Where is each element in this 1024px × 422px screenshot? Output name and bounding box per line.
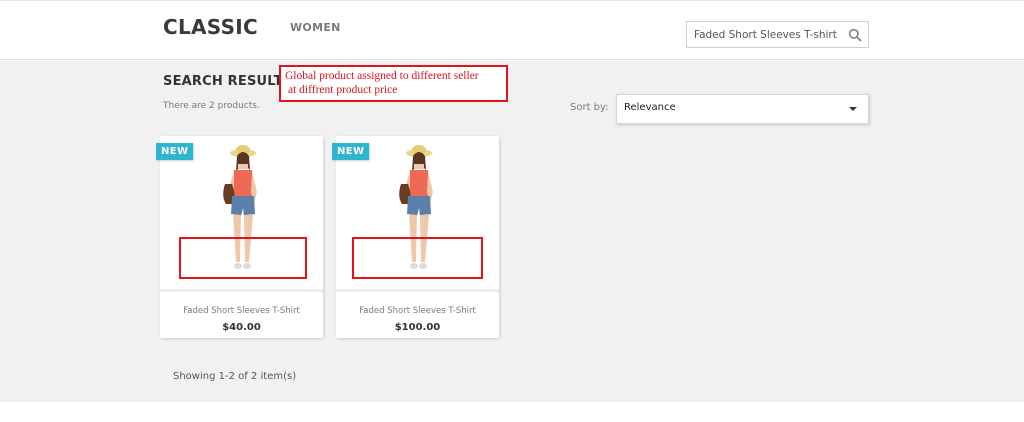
search-icon[interactable] [848,28,862,42]
product-name[interactable]: Faded Short Sleeves T-Shirt [160,306,323,316]
product-name[interactable]: Faded Short Sleeves T-Shirt [336,306,499,316]
pagination-summary: Showing 1-2 of 2 item(s) [173,371,297,382]
annotation-line-2: at diffrent product price [288,84,398,96]
product-card[interactable]: NEW Faded Short Sleeves T-Shirt $100.00 [332,136,499,338]
product-image[interactable] [210,144,274,284]
new-badge: NEW [332,143,370,160]
annotation-line-1: Global product assigned to different sel… [285,70,479,82]
product-image[interactable] [386,144,450,284]
product-price: $100.00 [394,322,441,333]
new-badge: NEW [156,143,194,160]
nav-item-women[interactable]: WOMEN [290,21,341,34]
page-title: SEARCH RESULTS [163,74,293,89]
product-price: $40.00 [222,322,261,333]
main-content: SEARCH RESULTS There are 2 products. Glo… [0,61,1024,402]
header: CLASSIC WOMEN [0,0,1024,60]
search-box [686,21,869,48]
site-logo[interactable]: CLASSIC [163,15,258,39]
annotation-callout: Global product assigned to different sel… [279,65,508,102]
sort-label: Sort by: [570,102,609,113]
search-input[interactable] [687,22,843,47]
product-thumbnail[interactable]: NEW [156,136,323,292]
sort-dropdown[interactable]: Relevance [616,94,869,124]
product-card[interactable]: NEW Faded Short Sleeves T-Shirt $40.00 [156,136,323,338]
product-thumbnail[interactable]: NEW [332,136,499,292]
sort-selected-value: Relevance [624,102,676,113]
page: CLASSIC WOMEN SEARCH RESULTS There are 2… [0,0,1024,422]
product-count: There are 2 products. [163,101,260,111]
caret-down-icon [849,107,857,111]
